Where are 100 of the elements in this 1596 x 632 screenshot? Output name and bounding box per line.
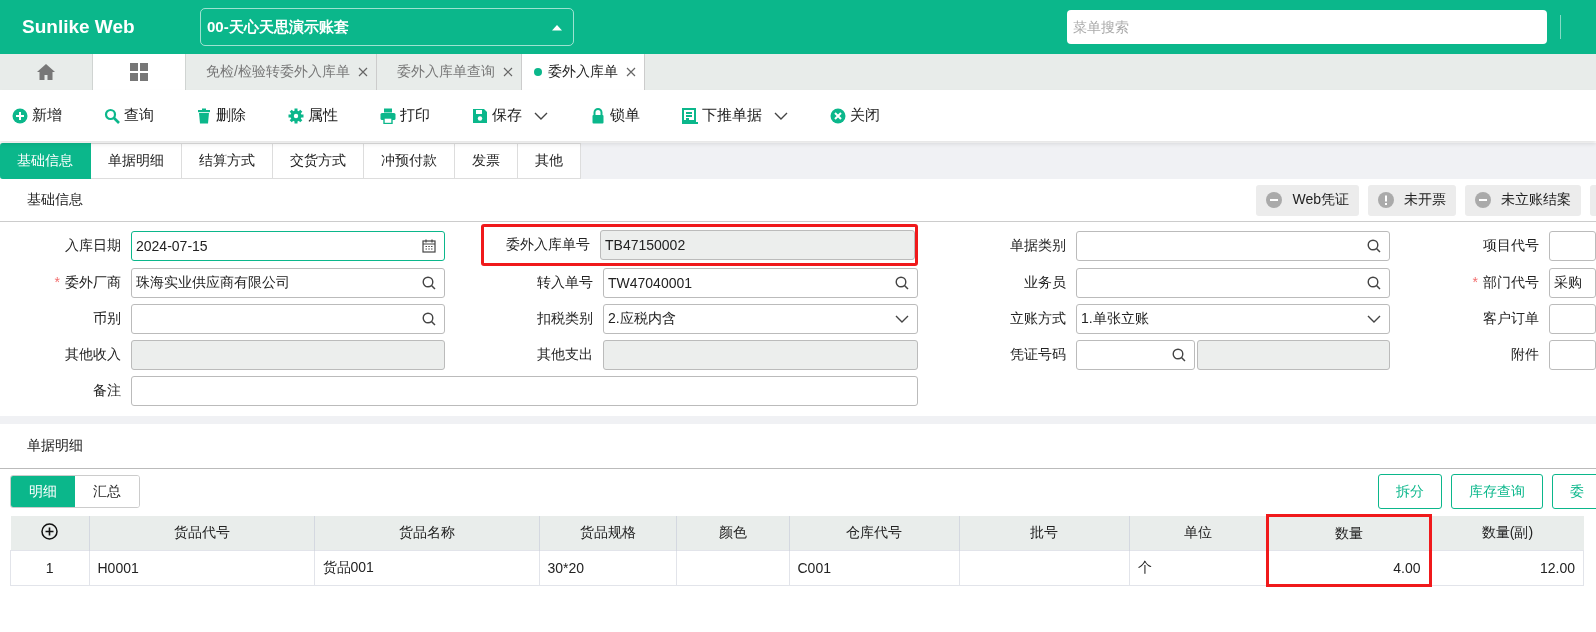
search-icon bbox=[895, 276, 909, 290]
lookup-field[interactable]: TW47040001 bbox=[603, 268, 918, 298]
active-dot bbox=[533, 68, 542, 76]
status-button[interactable]: 未立账结案 bbox=[1465, 184, 1581, 216]
row-number: 1 bbox=[10, 550, 89, 586]
table-cell: 12.00 bbox=[1430, 550, 1584, 586]
close-icon bbox=[625, 67, 636, 77]
field-label: 币别 bbox=[93, 310, 121, 326]
status-button[interactable]: Web凭证 bbox=[1256, 184, 1359, 216]
minus-circle-icon bbox=[1266, 192, 1283, 208]
lookup-field[interactable] bbox=[1076, 340, 1195, 370]
toolbar-button[interactable]: 保存 bbox=[468, 102, 552, 129]
form-tab[interactable]: 单据明细 bbox=[91, 143, 182, 179]
toolbar-button[interactable]: 打印 bbox=[376, 102, 434, 129]
search-icon bbox=[1172, 348, 1186, 362]
chevron-down-icon bbox=[895, 315, 909, 323]
field-label: 委外入库单号 bbox=[506, 236, 590, 252]
column-header: 批号 bbox=[959, 515, 1129, 551]
section-title: 单据明细 bbox=[27, 437, 83, 455]
toolbar-button[interactable]: 下推单据 bbox=[678, 102, 792, 129]
search-icon bbox=[104, 107, 120, 124]
field-label: 委外厂商 bbox=[65, 274, 121, 290]
app-logo: Sunlike Web bbox=[21, 16, 136, 38]
readonly-field: TB47150002 bbox=[600, 230, 915, 260]
field-label: 扣税类别 bbox=[537, 310, 593, 326]
plus-circle-icon bbox=[41, 522, 58, 540]
field-label: 立账方式 bbox=[1010, 310, 1066, 326]
input-field[interactable] bbox=[1549, 304, 1596, 334]
lookup-field[interactable] bbox=[1076, 231, 1390, 261]
form-tab[interactable]: 交货方式 bbox=[273, 143, 364, 179]
field-label: 单据类别 bbox=[1010, 237, 1066, 253]
close-icon bbox=[357, 67, 368, 77]
table-cell: 4.00 bbox=[1267, 550, 1430, 586]
required-mark: * bbox=[54, 274, 60, 290]
search-icon bbox=[422, 312, 436, 326]
field-label: 项目代号 bbox=[1483, 237, 1539, 253]
field-label: 凭证号码 bbox=[1010, 346, 1066, 362]
input-field[interactable] bbox=[1549, 231, 1596, 261]
field-label: 其他支出 bbox=[537, 346, 593, 362]
lookup-field[interactable] bbox=[1076, 268, 1390, 298]
section-title: 基础信息 bbox=[27, 191, 83, 209]
form-tab[interactable]: 发票 bbox=[455, 143, 518, 179]
search-icon bbox=[422, 276, 436, 290]
form-tab[interactable]: 结算方式 bbox=[182, 143, 273, 179]
page-tab[interactable]: 委外入库单查询 bbox=[376, 54, 522, 90]
status-button[interactable]: 未开票 bbox=[1368, 184, 1456, 216]
toolbar-button[interactable]: 属性 bbox=[284, 102, 342, 129]
form-tab[interactable]: 冲预付款 bbox=[364, 143, 455, 179]
menu-search-field[interactable]: 菜单搜索 bbox=[1067, 10, 1547, 44]
add-row-button[interactable] bbox=[41, 522, 58, 540]
form-tab[interactable]: 其他 bbox=[518, 143, 581, 179]
table-cell: 个 bbox=[1129, 550, 1267, 586]
home-icon bbox=[37, 64, 55, 80]
lock-icon bbox=[590, 107, 606, 124]
lookup-field[interactable] bbox=[131, 304, 445, 334]
chevron-down-icon bbox=[1367, 315, 1381, 323]
floppy-icon bbox=[472, 107, 488, 124]
field-label: 其他收入 bbox=[65, 346, 121, 362]
page-tab[interactable]: 委外入库单 bbox=[521, 54, 645, 90]
select-field[interactable]: 1.单张立账 bbox=[1076, 304, 1390, 334]
apps-tab[interactable] bbox=[93, 54, 186, 90]
input-field[interactable] bbox=[131, 376, 918, 406]
page-tab[interactable]: 免检/检验转委外入库单 bbox=[186, 54, 377, 90]
toolbar-button[interactable]: 查询 bbox=[100, 102, 158, 129]
column-header: 货品代号 bbox=[89, 515, 314, 551]
field-label: 转入单号 bbox=[537, 274, 593, 290]
settings-icon bbox=[288, 107, 304, 124]
tab-label[interactable]: 委外入库单 bbox=[547, 63, 618, 81]
date-field[interactable]: 2024-07-15 bbox=[131, 231, 445, 261]
tab-label[interactable]: 委外入库单查询 bbox=[396, 63, 495, 81]
document-icon bbox=[682, 107, 698, 124]
printer-icon bbox=[380, 107, 396, 124]
column-header: 仓库代号 bbox=[789, 515, 959, 551]
calendar-icon bbox=[422, 239, 436, 253]
close-circle-icon bbox=[830, 107, 846, 124]
alert-icon bbox=[1378, 192, 1394, 208]
trash-icon bbox=[196, 107, 212, 124]
column-header: 货品名称 bbox=[314, 515, 539, 551]
toolbar-button[interactable]: 关闭 bbox=[826, 102, 884, 129]
toolbar-button[interactable]: 删除 bbox=[192, 102, 250, 129]
toolbar-button[interactable]: 新增 bbox=[8, 102, 66, 129]
close-icon bbox=[502, 67, 513, 77]
table-cell: 30*20 bbox=[539, 550, 676, 586]
input-field[interactable]: 采购 bbox=[1549, 268, 1596, 298]
select-field[interactable]: 2.应税内含 bbox=[603, 304, 918, 334]
plus-circle-icon bbox=[12, 107, 28, 124]
required-mark: * bbox=[1472, 274, 1478, 290]
grid-icon bbox=[130, 63, 148, 81]
toolbar-button[interactable]: 锁单 bbox=[586, 102, 644, 129]
field-label: 业务员 bbox=[1024, 274, 1066, 290]
field-label: 入库日期 bbox=[65, 237, 121, 253]
caret-up-icon bbox=[551, 23, 563, 31]
table-cell: C001 bbox=[789, 550, 959, 586]
search-icon bbox=[1367, 276, 1381, 290]
minus-circle-icon bbox=[1475, 192, 1491, 208]
input-field[interactable] bbox=[1549, 340, 1596, 370]
lookup-field[interactable]: 珠海实业供应商有限公司 bbox=[131, 268, 445, 298]
column-header: 颜色 bbox=[676, 515, 789, 551]
tab-label[interactable]: 免检/检验转委外入库单 bbox=[206, 63, 350, 81]
field-label: 部门代号 bbox=[1483, 274, 1539, 290]
